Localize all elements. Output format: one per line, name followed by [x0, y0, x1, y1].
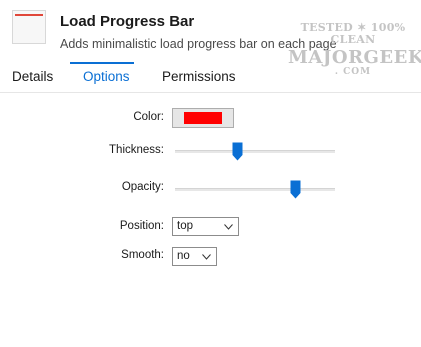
color-picker-button[interactable] — [172, 108, 234, 128]
position-label: Position: — [119, 220, 164, 232]
slider-thumb[interactable] — [290, 180, 301, 199]
tab-options[interactable]: Options — [83, 69, 130, 84]
extension-title: Load Progress Bar — [60, 13, 195, 30]
slider-thumb[interactable] — [232, 142, 243, 161]
extension-icon — [12, 10, 46, 44]
chevron-down-icon — [202, 254, 211, 260]
watermark-line-1: TESTED ✶ 100% CLEAN — [300, 21, 406, 47]
smooth-label: Smooth: — [121, 249, 164, 261]
color-label: Color: — [133, 111, 164, 123]
position-selected-value: top — [177, 220, 193, 232]
extension-header: Load Progress Bar Adds minimalistic load… — [0, 0, 421, 77]
color-swatch — [184, 112, 222, 124]
opacity-slider[interactable] — [175, 179, 335, 199]
thickness-slider[interactable] — [175, 141, 335, 161]
active-tab-indicator — [70, 62, 134, 64]
smooth-select[interactable]: no — [172, 247, 217, 266]
thickness-label: Thickness: — [109, 144, 164, 156]
position-select[interactable]: top — [172, 217, 239, 236]
tab-details[interactable]: Details — [12, 69, 53, 84]
slider-track — [175, 150, 335, 153]
tab-permissions[interactable]: Permissions — [162, 69, 236, 84]
smooth-selected-value: no — [177, 250, 190, 262]
tab-bar: Details Options Permissions — [0, 62, 421, 93]
opacity-label: Opacity: — [121, 181, 164, 193]
chevron-down-icon — [224, 224, 233, 230]
slider-track — [175, 188, 335, 191]
